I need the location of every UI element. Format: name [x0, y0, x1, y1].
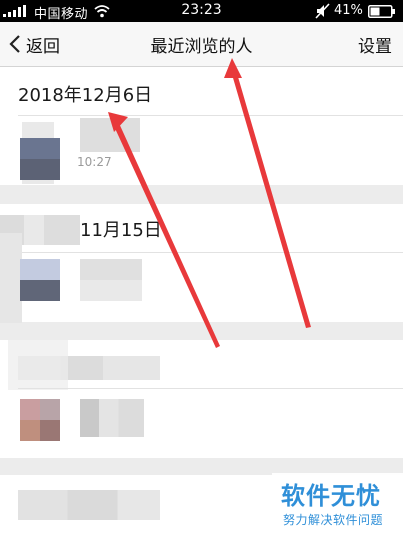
visit-time: 10:27	[77, 155, 112, 169]
avatar	[20, 399, 60, 441]
blurred-area	[18, 490, 160, 520]
navigation-bar: 返回 最近浏览的人 设置	[0, 22, 403, 67]
avatar	[20, 259, 60, 301]
visitor-row[interactable]	[0, 389, 403, 457]
battery-percent: 41%	[334, 3, 363, 18]
section-date-header: 2018年12月6日	[18, 85, 153, 106]
watermark-title: 软件无忧	[281, 482, 381, 510]
blurred-area	[0, 233, 22, 323]
blurred-area	[8, 340, 68, 390]
watermark: 软件无忧 努力解决软件问题	[272, 473, 403, 538]
settings-button[interactable]: 设置	[358, 32, 392, 57]
page-title: 最近浏览的人	[150, 37, 253, 57]
blurred-name	[80, 399, 144, 437]
blurred-name	[80, 259, 142, 301]
visitor-row[interactable]	[0, 233, 403, 323]
avatar	[20, 138, 60, 180]
section-date-header: 11月15日	[80, 220, 162, 241]
watermark-subtitle: 努力解决软件问题	[283, 513, 384, 527]
battery-icon	[368, 5, 395, 18]
status-bar: 中国移动 23:23 41%	[0, 0, 403, 22]
visitor-row[interactable]: 10:27	[0, 116, 403, 184]
mute-icon	[315, 3, 330, 19]
blurred-name	[80, 118, 140, 152]
